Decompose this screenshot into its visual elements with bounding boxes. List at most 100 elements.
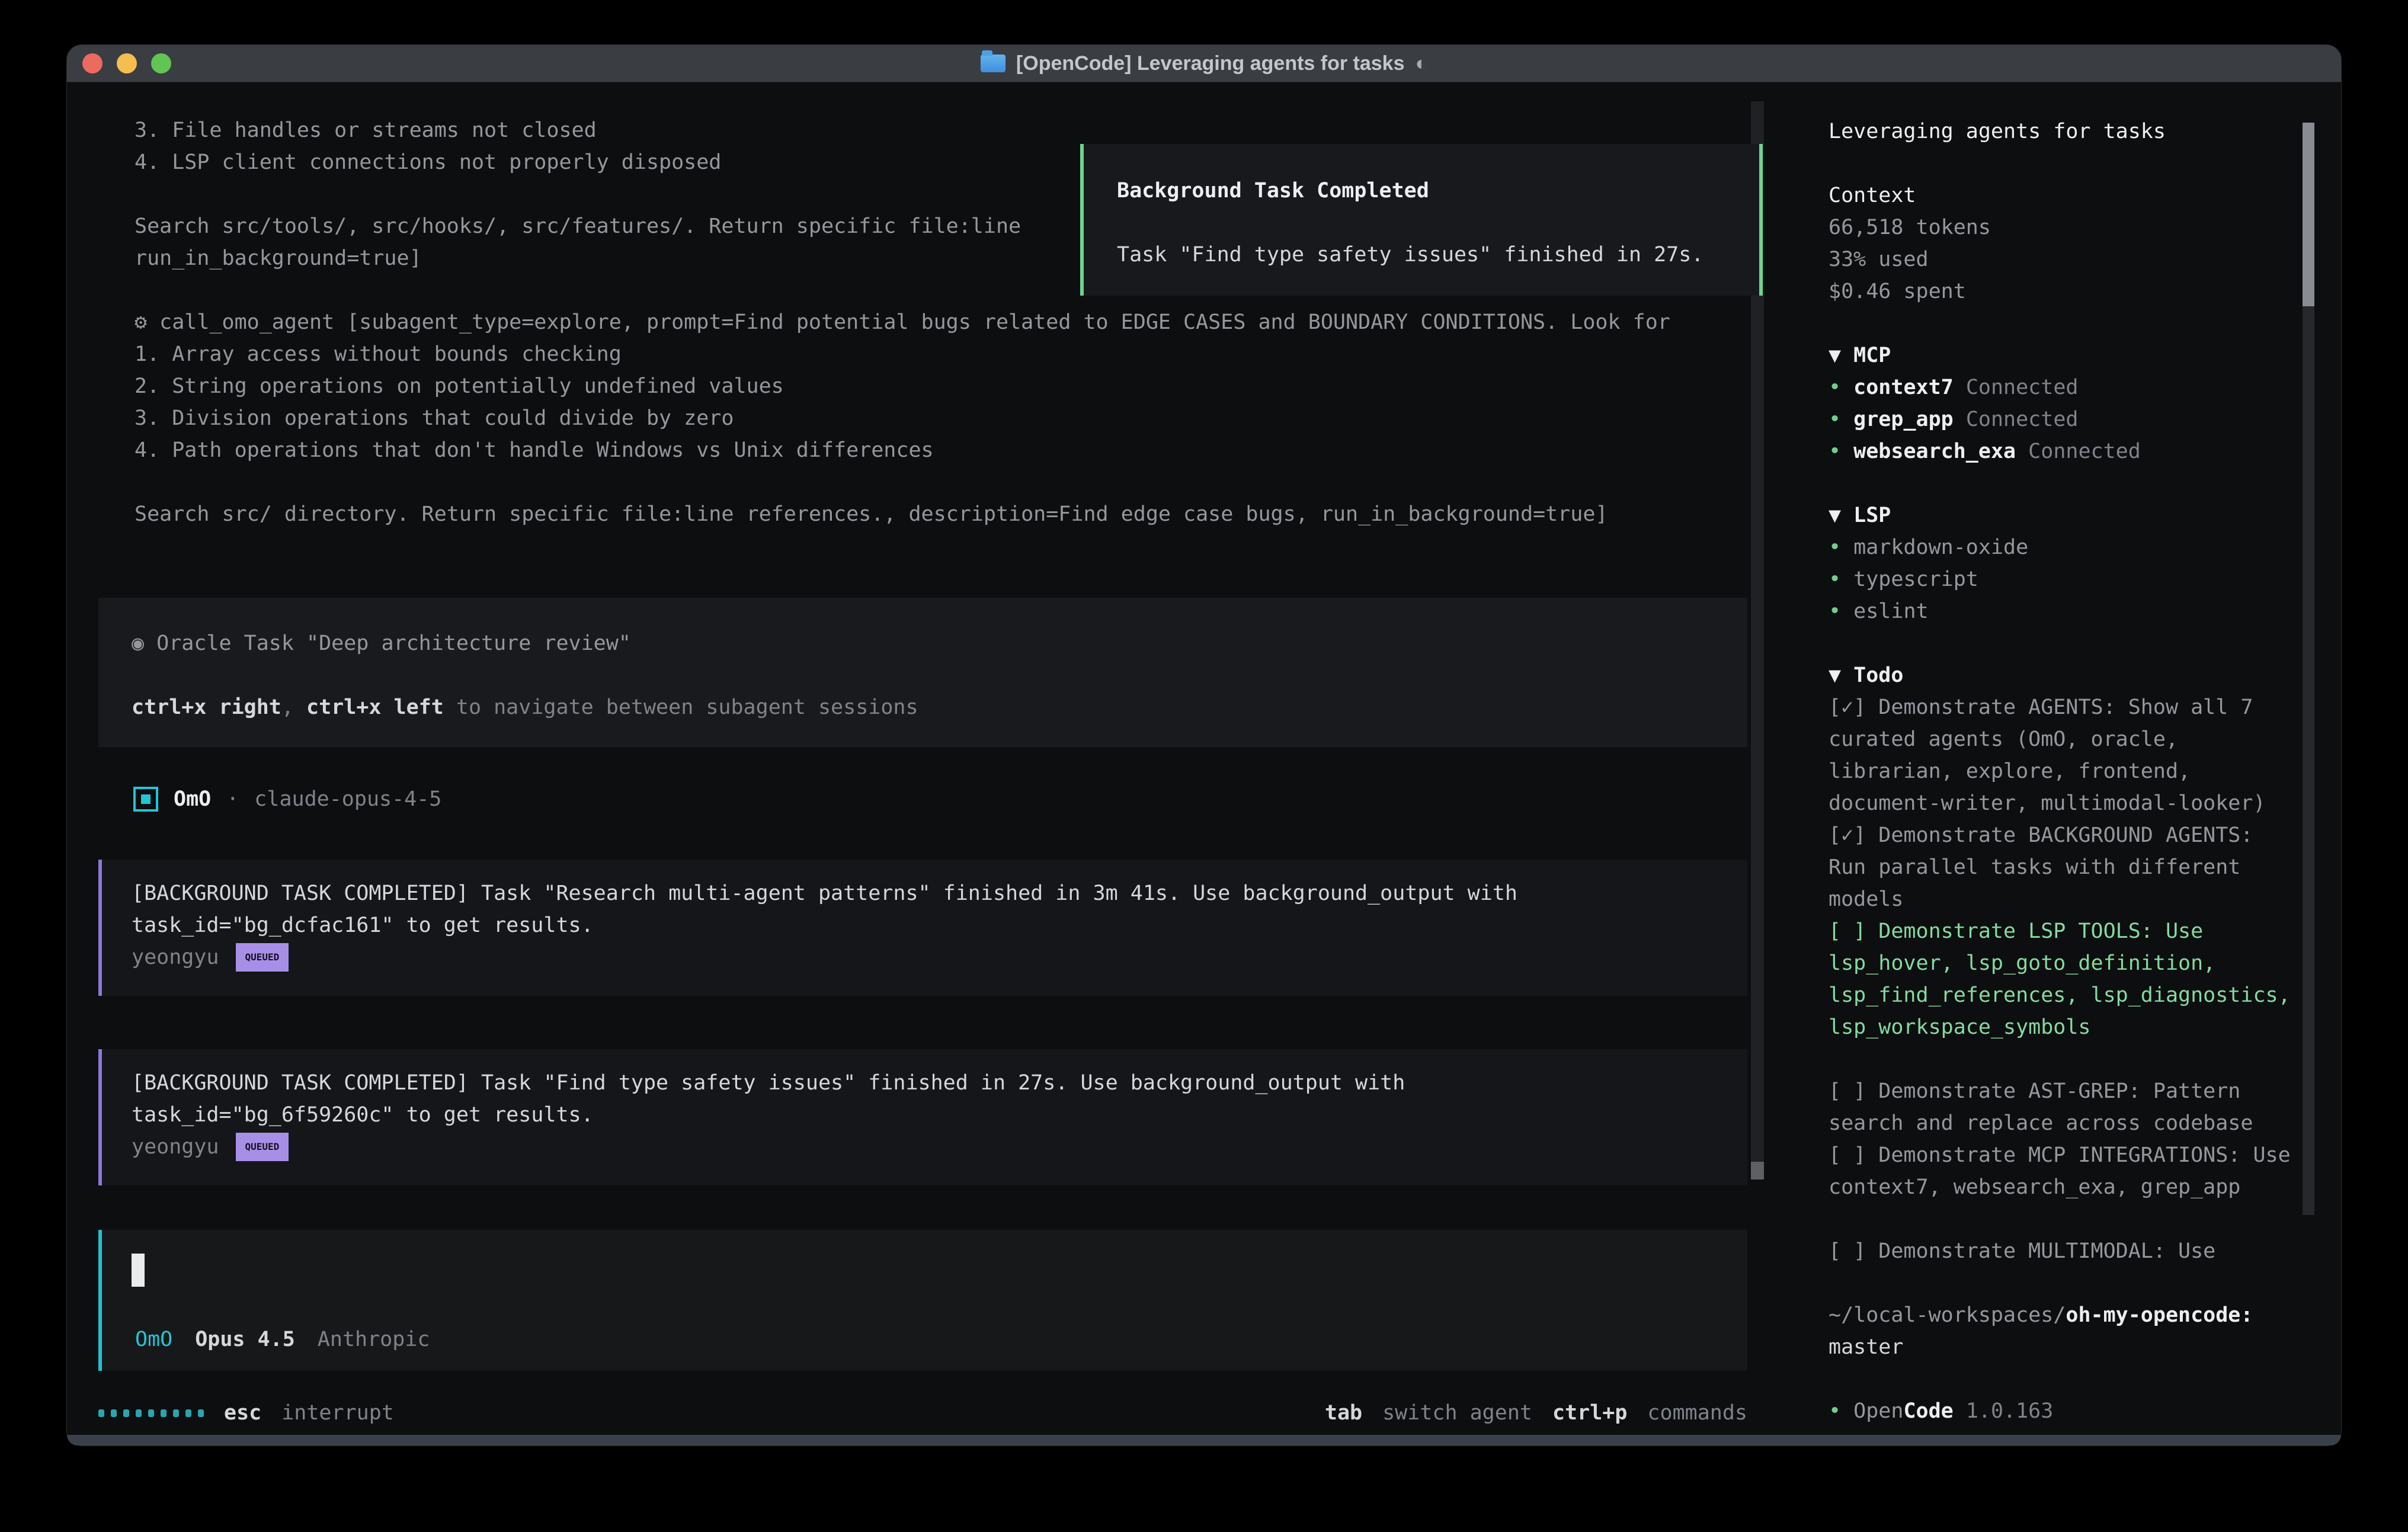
tool-call-line: ⚙ call_omo_agent [subagent_type=explore,… bbox=[135, 306, 1670, 338]
model-row: OmO Opus 4.5 Anthropic bbox=[135, 1323, 430, 1355]
workspace-path-prefix: ~/local-workspaces/ bbox=[1829, 1303, 2066, 1327]
output-line: 3. File handles or streams not closed bbox=[135, 114, 1670, 146]
tool-call-item: 4. Path operations that don't handle Win… bbox=[135, 434, 1670, 466]
separator-dot: · bbox=[226, 783, 239, 815]
lsp-section-heading: ▼ LSP bbox=[1829, 499, 2298, 531]
todo-item: [✓] Demonstrate BACKGROUND AGENTS: Run p… bbox=[1829, 819, 2298, 915]
status-bar: esc interrupt tab switch agent ctrl+p co… bbox=[98, 1397, 1747, 1429]
bullet-icon: • bbox=[1829, 1399, 1841, 1423]
task-message: [BACKGROUND TASK COMPLETED] Task "Find t… bbox=[98, 1049, 1747, 1185]
shortcut-key: ctrl+x left bbox=[306, 696, 444, 719]
window-title-text: [OpenCode] Leveraging agents for tasks bbox=[1016, 45, 1405, 82]
traffic-lights bbox=[82, 45, 171, 82]
task-message-line: [BACKGROUND TASK COMPLETED] Task "Find t… bbox=[132, 1067, 1747, 1099]
todo-item: [ ] Demonstrate LSP TOOLS: Use lsp_hover… bbox=[1829, 915, 2298, 1043]
main-scrollbar-thumb[interactable] bbox=[1751, 1162, 1764, 1180]
terminal-content: 3. File handles or streams not closed 4.… bbox=[67, 82, 2341, 1435]
ctrlp-key-hint: ctrl+p bbox=[1552, 1397, 1627, 1429]
spinner-dots-icon bbox=[98, 1409, 204, 1417]
tab-action-label: switch agent bbox=[1382, 1397, 1532, 1429]
task-message: [BACKGROUND TASK COMPLETED] Task "Resear… bbox=[98, 860, 1747, 996]
mcp-item-status: Connected bbox=[1966, 408, 2079, 431]
task-message-line: task_id="bg_6f59260c" to get results. bbox=[132, 1099, 1747, 1131]
task-author: yeongyu bbox=[132, 1131, 219, 1163]
lsp-item-name: markdown-oxide bbox=[1853, 536, 2028, 559]
esc-action-label: interrupt bbox=[281, 1397, 394, 1429]
zoom-button[interactable] bbox=[151, 53, 171, 73]
context-spent: $0.46 spent bbox=[1829, 275, 2298, 307]
tool-call-text: call_omo_agent [subagent_type=explore, p… bbox=[159, 310, 1670, 334]
sidebar-scrollbar[interactable] bbox=[2303, 123, 2314, 1215]
version-number: 1.0.163 bbox=[1966, 1399, 2054, 1423]
tab-key-hint: tab bbox=[1325, 1397, 1362, 1429]
folder-icon bbox=[981, 55, 1006, 72]
workspace-repo: oh-my-opencode: bbox=[2066, 1303, 2253, 1327]
mcp-item-name: context7 bbox=[1853, 376, 1954, 399]
mcp-section-heading: ▼ MCP bbox=[1829, 339, 2298, 371]
todo-item: [ ] Demonstrate MCP INTEGRATIONS: Use co… bbox=[1829, 1139, 2298, 1203]
chevron-down-icon: ▼ bbox=[1829, 664, 1841, 687]
shortcut-key: ctrl+x right bbox=[132, 696, 281, 719]
status-badge: QUEUED bbox=[236, 1133, 289, 1161]
task-message-line: [BACKGROUND TASK COMPLETED] Task "Resear… bbox=[132, 877, 1747, 909]
oracle-task-hint: ctrl+x right, ctrl+x left to navigate be… bbox=[132, 691, 1747, 723]
lsp-item: • markdown-oxide bbox=[1829, 531, 2298, 563]
todo-item: [✓] Demonstrate AGENTS: Show all 7 curat… bbox=[1829, 691, 2298, 819]
screen: [OpenCode] Leveraging agents for tasks ◐… bbox=[0, 0, 2408, 1532]
input-provider-name: Anthropic bbox=[318, 1323, 430, 1355]
status-badge: QUEUED bbox=[236, 943, 289, 972]
window-bottom-edge bbox=[67, 1435, 2341, 1446]
task-meta-row: yeongyu QUEUED bbox=[132, 1131, 1747, 1163]
session-title: Leveraging agents for tasks bbox=[1829, 116, 2298, 148]
status-left: esc interrupt bbox=[98, 1397, 394, 1429]
bullet-icon: • bbox=[1829, 568, 1841, 591]
mcp-item-status: Connected bbox=[1966, 376, 2079, 399]
tool-call-item: 3. Division operations that could divide… bbox=[135, 402, 1670, 434]
half-circle-status-icon: ◐ bbox=[1416, 45, 1428, 82]
esc-key-hint: esc bbox=[224, 1397, 261, 1429]
titlebar: [OpenCode] Leveraging agents for tasks ◐ bbox=[67, 45, 2341, 82]
close-button[interactable] bbox=[82, 53, 103, 73]
record-icon: ◉ bbox=[132, 632, 144, 655]
chevron-down-icon: ▼ bbox=[1829, 344, 1841, 367]
mcp-item-name: websearch_exa bbox=[1853, 440, 2016, 463]
task-author: yeongyu bbox=[132, 941, 219, 973]
tool-call-tail: Search src/ directory. Return specific f… bbox=[135, 498, 1670, 530]
lsp-item: • typescript bbox=[1829, 563, 2298, 595]
bullet-icon: • bbox=[1829, 440, 1841, 463]
background-task-notification: Background Task Completed Task "Find typ… bbox=[1080, 144, 1763, 296]
lsp-item: • eslint bbox=[1829, 595, 2298, 627]
context-used: 33% used bbox=[1829, 243, 2298, 275]
workspace-branch: master bbox=[1829, 1331, 2298, 1363]
input-model-name: Opus 4.5 bbox=[195, 1323, 295, 1355]
bullet-icon: • bbox=[1829, 408, 1841, 431]
tool-call-item: 1. Array access without bounds checking bbox=[135, 338, 1670, 370]
todo-item: [ ] Demonstrate MULTIMODAL: Use bbox=[1829, 1235, 2298, 1267]
text-cursor bbox=[132, 1254, 145, 1287]
notification-body: Task "Find type safety issues" finished … bbox=[1117, 239, 1759, 271]
app-window: [OpenCode] Leveraging agents for tasks ◐… bbox=[66, 44, 2342, 1446]
mcp-item-name: grep_app bbox=[1853, 408, 1954, 431]
todo-section-heading: ▼ Todo bbox=[1829, 659, 2298, 691]
oracle-task-title: ◉ Oracle Task "Deep architecture review" bbox=[132, 627, 1747, 659]
context-heading: Context bbox=[1829, 180, 2298, 211]
mcp-item: • websearch_exa Connected bbox=[1829, 435, 2298, 467]
agent-name: OmO bbox=[174, 783, 211, 815]
agent-icon bbox=[133, 787, 158, 812]
todo-item: [ ] Demonstrate AST-GREP: Pattern search… bbox=[1829, 1075, 2298, 1139]
mcp-item: • grep_app Connected bbox=[1829, 403, 2298, 435]
prompt-input[interactable]: OmO Opus 4.5 Anthropic bbox=[98, 1230, 1747, 1371]
app-version: • OpenCode 1.0.163 bbox=[1829, 1395, 2298, 1427]
notification-title: Background Task Completed bbox=[1117, 175, 1759, 207]
agent-model: claude-opus-4-5 bbox=[254, 783, 441, 815]
mcp-item: • context7 Connected bbox=[1829, 371, 2298, 403]
lsp-item-name: eslint bbox=[1853, 600, 1928, 623]
task-message-line: task_id="bg_dcfac161" to get results. bbox=[132, 909, 1747, 941]
lsp-item-name: typescript bbox=[1853, 568, 1978, 591]
task-meta-row: yeongyu QUEUED bbox=[132, 941, 1747, 973]
agent-header: OmO · claude-opus-4-5 bbox=[133, 783, 441, 815]
tool-call-item: 2. String operations on potentially unde… bbox=[135, 370, 1670, 402]
minimize-button[interactable] bbox=[117, 53, 137, 73]
sidebar-scrollbar-thumb[interactable] bbox=[2303, 123, 2314, 306]
status-right: tab switch agent ctrl+p commands bbox=[1325, 1397, 1747, 1429]
